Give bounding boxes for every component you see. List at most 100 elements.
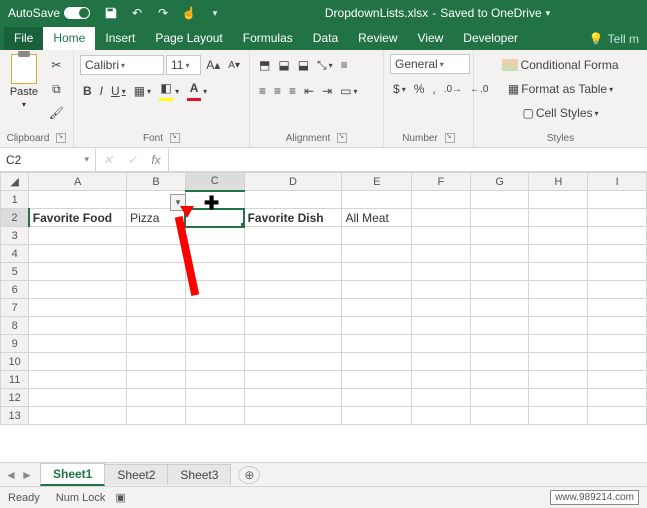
- row-header-2[interactable]: 2: [1, 209, 29, 227]
- cell[interactable]: [29, 281, 127, 299]
- col-header-C[interactable]: C: [185, 173, 244, 191]
- cancel-icon[interactable]: ✕: [96, 153, 120, 167]
- cell[interactable]: [185, 407, 244, 425]
- cell[interactable]: [588, 317, 647, 335]
- autosave-toggle[interactable]: [64, 7, 90, 19]
- cell[interactable]: [244, 317, 342, 335]
- cell[interactable]: [342, 371, 412, 389]
- accounting-button[interactable]: $▾: [390, 78, 409, 100]
- percent-button[interactable]: %: [411, 78, 428, 100]
- increase-indent-button[interactable]: ⇥: [319, 80, 335, 102]
- cell[interactable]: [470, 317, 529, 335]
- cell[interactable]: [529, 227, 588, 245]
- tab-developer[interactable]: Developer: [453, 27, 528, 50]
- col-header-A[interactable]: A: [29, 173, 127, 191]
- tab-page-layout[interactable]: Page Layout: [145, 27, 232, 50]
- decrease-indent-button[interactable]: ⇤: [301, 80, 317, 102]
- cell[interactable]: [342, 407, 412, 425]
- cell[interactable]: [244, 281, 342, 299]
- cell[interactable]: [185, 245, 244, 263]
- cell-A2[interactable]: Favorite Food: [29, 209, 127, 227]
- conditional-formatting-button[interactable]: Conditional Forma: [480, 54, 641, 76]
- cell-E2[interactable]: All Meat: [342, 209, 412, 227]
- cell[interactable]: [127, 245, 186, 263]
- cell[interactable]: [244, 245, 342, 263]
- cell[interactable]: [342, 227, 412, 245]
- tab-file[interactable]: File: [4, 27, 43, 50]
- formula-bar[interactable]: [169, 148, 647, 171]
- number-format-combo[interactable]: General ▾: [390, 54, 470, 74]
- cell[interactable]: [412, 389, 471, 407]
- cell[interactable]: [588, 407, 647, 425]
- tab-formulas[interactable]: Formulas: [233, 27, 303, 50]
- add-sheet-button[interactable]: ⊕: [238, 466, 260, 484]
- cell[interactable]: [588, 299, 647, 317]
- cell[interactable]: [185, 227, 244, 245]
- cell[interactable]: [342, 335, 412, 353]
- font-size-combo[interactable]: 11 ▾: [166, 55, 201, 75]
- cell[interactable]: [529, 191, 588, 209]
- select-all-cell[interactable]: ◢: [1, 173, 29, 191]
- sheet-tab-3[interactable]: Sheet3: [167, 464, 231, 485]
- cell[interactable]: [412, 299, 471, 317]
- cell[interactable]: [470, 371, 529, 389]
- cell[interactable]: [127, 353, 186, 371]
- alignment-dialog-launcher[interactable]: [337, 133, 347, 143]
- fill-color-button[interactable]: ◧ ▾: [156, 80, 182, 102]
- cell[interactable]: [412, 191, 471, 209]
- row-header-3[interactable]: 3: [1, 227, 29, 245]
- border-button[interactable]: ▦▾: [131, 80, 154, 102]
- cell[interactable]: [412, 227, 471, 245]
- cell[interactable]: [29, 317, 127, 335]
- worksheet-grid[interactable]: ◢ A B C D E F G H I 1 2 Favorite Food Pi…: [0, 172, 647, 462]
- cell[interactable]: [529, 281, 588, 299]
- font-dialog-launcher[interactable]: [170, 133, 180, 143]
- cell[interactable]: [127, 407, 186, 425]
- cell-C2[interactable]: [185, 209, 244, 227]
- cell[interactable]: [529, 299, 588, 317]
- cell[interactable]: [127, 227, 186, 245]
- sheet-nav-next-icon[interactable]: ►: [20, 468, 34, 482]
- row-header-13[interactable]: 13: [1, 407, 29, 425]
- col-header-B[interactable]: B: [127, 173, 186, 191]
- clipboard-dialog-launcher[interactable]: [56, 133, 66, 143]
- cell[interactable]: [29, 191, 127, 209]
- decrease-font-button[interactable]: A▾: [225, 54, 243, 76]
- data-validation-dropdown-button[interactable]: ▾: [170, 194, 186, 211]
- row-header-4[interactable]: 4: [1, 245, 29, 263]
- cell[interactable]: [127, 371, 186, 389]
- cell[interactable]: [29, 353, 127, 371]
- cell[interactable]: [29, 245, 127, 263]
- cell[interactable]: [185, 317, 244, 335]
- cell[interactable]: [342, 353, 412, 371]
- cell-styles-button[interactable]: ▢ Cell Styles▾: [480, 102, 641, 124]
- cell[interactable]: [588, 353, 647, 371]
- col-header-G[interactable]: G: [470, 173, 529, 191]
- wrap-text-button[interactable]: ≡: [338, 54, 351, 76]
- cell[interactable]: [29, 263, 127, 281]
- cell[interactable]: [185, 371, 244, 389]
- font-color-button[interactable]: A ▾: [184, 80, 210, 102]
- cell[interactable]: [185, 281, 244, 299]
- cell[interactable]: [29, 389, 127, 407]
- cell[interactable]: [185, 263, 244, 281]
- cell[interactable]: [185, 353, 244, 371]
- enter-icon[interactable]: ✓: [120, 153, 144, 167]
- cell[interactable]: [244, 353, 342, 371]
- tab-review[interactable]: Review: [348, 27, 407, 50]
- cell[interactable]: [529, 353, 588, 371]
- cell[interactable]: [470, 353, 529, 371]
- cell[interactable]: [342, 263, 412, 281]
- cell[interactable]: [29, 407, 127, 425]
- cell[interactable]: [244, 227, 342, 245]
- row-header-1[interactable]: 1: [1, 191, 29, 209]
- cell[interactable]: [342, 245, 412, 263]
- align-top-button[interactable]: ⬒: [256, 54, 273, 76]
- cell[interactable]: [588, 245, 647, 263]
- cell[interactable]: [185, 299, 244, 317]
- col-header-D[interactable]: D: [244, 173, 342, 191]
- cell[interactable]: [29, 299, 127, 317]
- sheet-tab-1[interactable]: Sheet1: [40, 463, 105, 486]
- align-middle-button[interactable]: ⬓: [275, 54, 292, 76]
- underline-button[interactable]: U▾: [108, 80, 129, 102]
